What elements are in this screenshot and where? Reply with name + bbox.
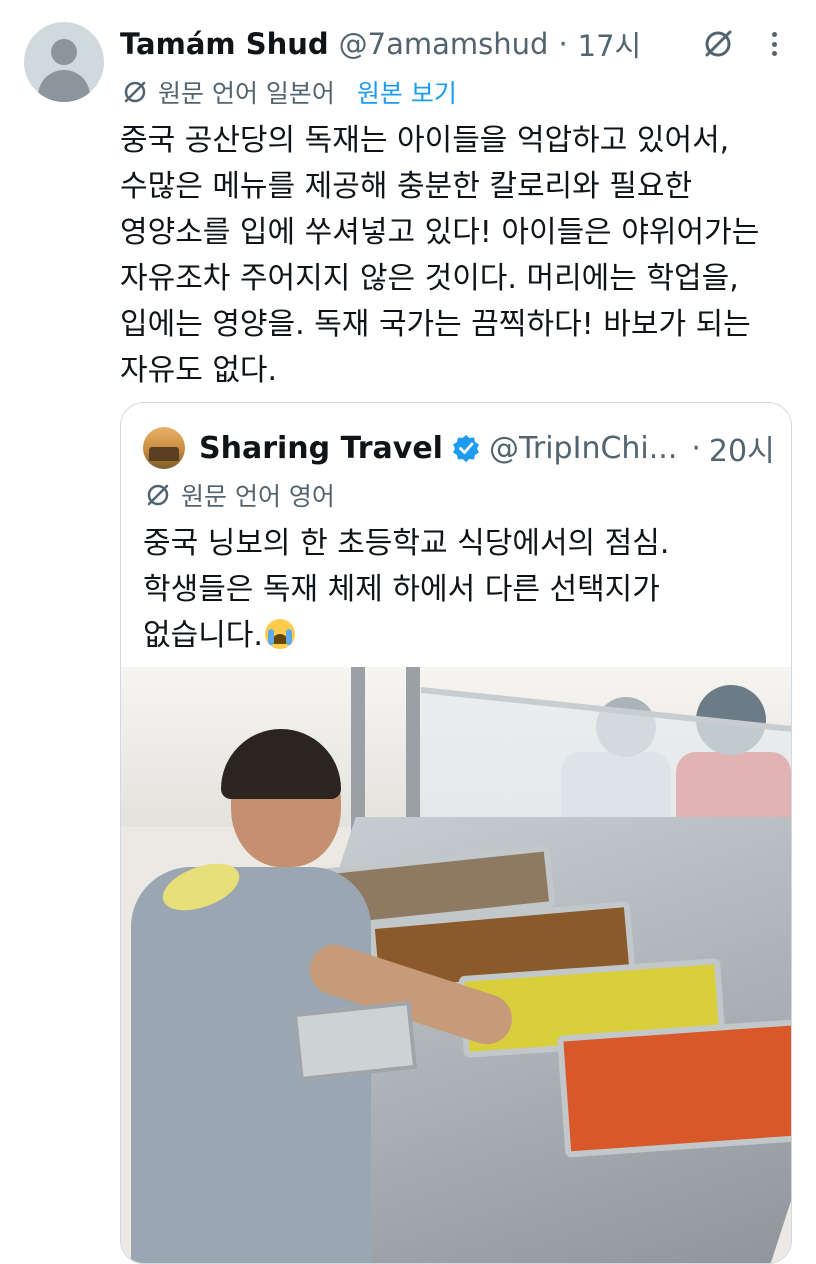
translate-icon <box>147 484 169 506</box>
tweet-text-line: 자유도 없다. <box>120 353 278 388</box>
translate-icon <box>124 81 146 103</box>
author-handle[interactable]: @7amamshud <box>339 27 549 61</box>
quoted-translation-label: 원문 언어 영어 <box>181 482 335 511</box>
quoted-tweet-text: 중국 닝보의 한 초등학교 식당에서의 점심. 학생들은 독재 체제 하에서 다… <box>143 521 773 659</box>
translation-row: 원문 언어 일본어 원본 보기 <box>120 74 457 110</box>
quoted-text-line-content: 없습니다. <box>143 618 263 653</box>
translation-label: 원문 언어 일본어 <box>158 79 335 108</box>
show-original-link[interactable]: 원본 보기 <box>357 74 457 110</box>
tweet-text-line: 입에는 영양을. 독재 국가는 끔찍하다! 바보가 되는 <box>120 307 751 342</box>
tweet-text-line: 자유조차 주어지지 않은 것이다. 머리에는 학업을, <box>120 261 739 296</box>
default-avatar-icon <box>51 39 77 65</box>
quoted-text-line: 중국 닝보의 한 초등학교 식당에서의 점심. <box>143 526 670 561</box>
quoted-translation-row: 원문 언어 영어 <box>143 475 335 515</box>
quoted-tweet-card[interactable]: Sharing Travel @TripInChi... · 20시 원문 언어… <box>120 402 792 1264</box>
quoted-author-display-name[interactable]: Sharing Travel <box>199 431 443 466</box>
more-vertical-icon[interactable] <box>762 28 786 60</box>
separator-dot: · <box>691 430 701 466</box>
tweet-text-line: 수많은 메뉴를 제공해 충분한 칼로리와 필요한 <box>120 169 693 204</box>
tweet-header: Tamám Shud @7amamshud · 17시 <box>120 22 641 66</box>
tweet-text-line: 중국 공산당의 독재는 아이들을 억압하고 있어서, <box>120 123 730 158</box>
quoted-author-avatar[interactable] <box>143 427 185 469</box>
tweet-text-line: 영양소를 입에 쑤셔넣고 있다! 아이들은 야위어가는 <box>120 215 760 250</box>
quoted-tweet-timestamp[interactable]: 20시 <box>709 426 775 470</box>
author-avatar[interactable] <box>24 22 104 102</box>
tweet-text: 중국 공산당의 독재는 아이들을 억압하고 있어서, 수많은 메뉴를 제공해 충… <box>120 118 800 394</box>
tweet-timestamp[interactable]: 17시 <box>578 23 642 65</box>
verified-badge-icon <box>452 435 479 462</box>
quoted-text-line: 없습니다. <box>143 613 773 659</box>
separator-dot: · <box>558 27 568 61</box>
quoted-author-handle[interactable]: @TripInChi... <box>489 431 677 466</box>
quoted-tweet-header: Sharing Travel @TripInChi... · 20시 <box>143 425 775 471</box>
loudly-crying-face-emoji <box>264 619 295 649</box>
quoted-tweet-photo[interactable] <box>121 667 791 1263</box>
quoted-text-line: 학생들은 독재 체제 하에서 다른 선택지가 <box>143 572 660 607</box>
author-display-name[interactable]: Tamám Shud <box>120 27 329 61</box>
grok-icon[interactable] <box>700 26 736 62</box>
